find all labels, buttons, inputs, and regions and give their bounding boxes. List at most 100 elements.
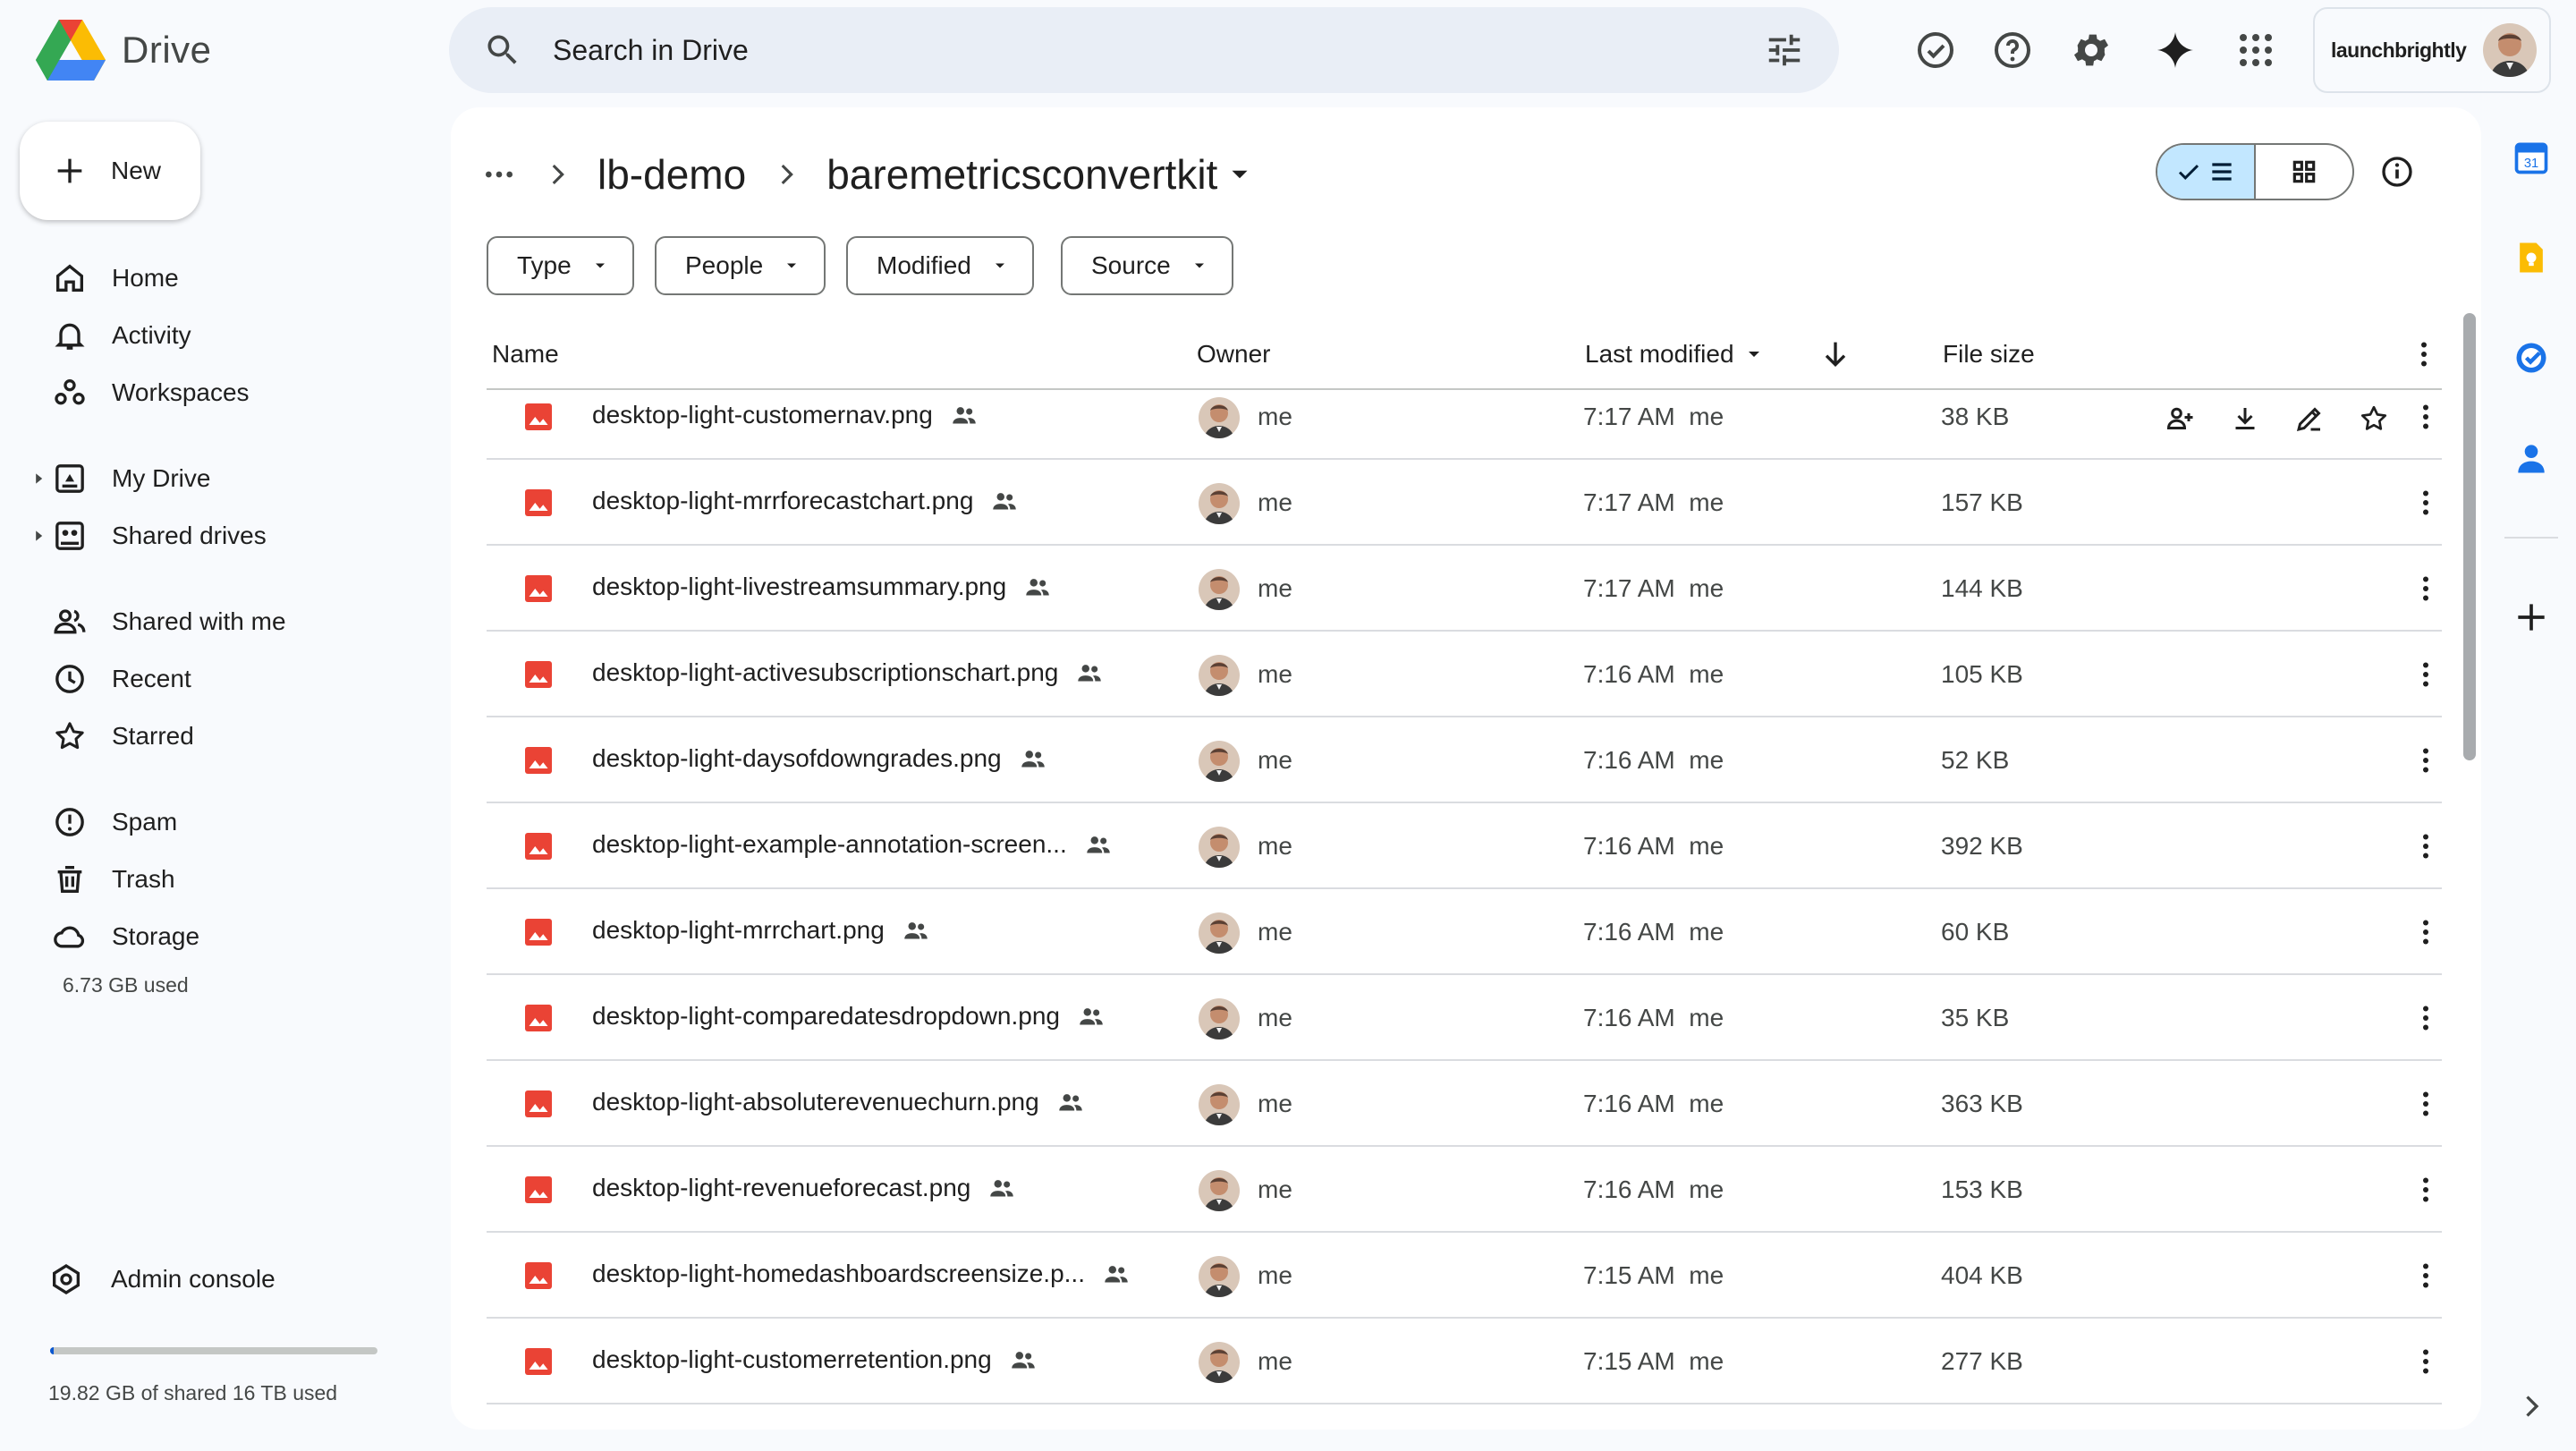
cloud-icon [54,926,85,948]
column-owner-header[interactable]: Owner [1197,340,1270,369]
keep-icon[interactable] [2512,238,2551,277]
last-modified: 7:17 AM me [1583,574,1724,602]
file-name[interactable]: desktop-light-homedashboardscreensize.p.… [592,1260,1085,1288]
file-name[interactable]: desktop-light-comparedatesdropdown.png [592,1002,1060,1031]
table-row[interactable]: desktop-light-revenueforecast.png me 7:16 … [487,1147,2442,1233]
spam-icon [55,808,84,836]
table-row[interactable]: desktop-light-daysofdowngrades.png me 7:16… [487,717,2442,803]
filter-type-chip[interactable]: Type [487,236,634,295]
info-icon[interactable] [2379,154,2415,190]
file-name[interactable]: desktop-light-activesubscriptionschart.p… [592,658,1058,687]
grid-view-button[interactable] [2256,145,2352,199]
search-options-icon[interactable] [1764,30,1805,71]
owner-avatar [1199,1170,1240,1211]
table-row[interactable]: desktop-light-example-annotation-screen.… [487,803,2442,889]
column-label: Owner [1197,340,1271,368]
table-row[interactable]: desktop-light-mrrforecastchart.png me 7:17… [487,460,2442,546]
more-vert-icon[interactable] [2410,916,2442,948]
account-switcher[interactable]: launchbrightly [2313,7,2551,93]
more-vert-icon[interactable] [2410,401,2442,433]
search-icon[interactable] [483,30,522,70]
settings-gear-icon[interactable] [2070,29,2113,72]
last-modified: 7:17 AM me [1583,488,1724,516]
more-vert-icon[interactable] [2410,1174,2442,1206]
column-label: File size [1943,340,2035,368]
column-last-modified-header[interactable]: Last modified [1585,340,1765,369]
search-bar[interactable]: Search in Drive [449,7,1839,93]
chip-label: Type [517,251,572,279]
file-name[interactable]: desktop-light-livestreamsummary.png [592,573,1006,601]
file-name[interactable]: desktop-light-revenueforecast.png [592,1174,970,1202]
table-row[interactable]: desktop-light-homedashboardscreensize.p.… [487,1233,2442,1319]
column-file-size-header[interactable]: File size [1943,340,2035,369]
scrollbar-thumb[interactable] [2463,313,2476,760]
expand-caret-icon[interactable] [32,530,45,542]
file-name[interactable]: desktop-light-example-annotation-screen.… [592,830,1067,859]
more-vert-icon[interactable] [2408,338,2440,370]
chevron-right-icon[interactable] [2515,1390,2547,1422]
sidebar-item-label: Workspaces [112,378,250,406]
drive-logo[interactable]: Drive [36,18,212,82]
contacts-icon[interactable] [2512,438,2551,478]
table-row[interactable]: desktop-light-comparedatesdropdown.png me… [487,975,2442,1061]
file-name[interactable]: desktop-light-daysofdowngrades.png [592,744,1002,773]
column-name-header[interactable]: Name [492,340,559,369]
table-row[interactable]: desktop-light-customernav.png me 7:17 AM m… [487,392,2442,460]
avatar[interactable] [2483,23,2537,77]
table-row[interactable]: desktop-light-activesubscriptionschart.p… [487,632,2442,717]
ready-for-offline-icon[interactable] [1914,29,1957,72]
new-button[interactable]: New [20,122,200,220]
file-name[interactable]: desktop-light-mrrforecastchart.png [592,487,973,515]
table-row[interactable]: desktop-light-customerretention.png me 7:1… [487,1319,2442,1404]
more-vert-icon[interactable] [2410,573,2442,605]
file-name[interactable]: desktop-light-mrrchart.png [592,916,885,945]
grid-view-icon [2292,160,2316,183]
last-modified: 7:17 AM me [1583,403,1724,430]
expand-caret-icon[interactable] [32,472,45,485]
file-name[interactable]: desktop-light-customerretention.png [592,1345,992,1374]
more-vert-icon[interactable] [2410,830,2442,862]
more-vert-icon[interactable] [2410,1260,2442,1292]
more-vert-icon[interactable] [2410,658,2442,691]
owner-avatar [1199,741,1240,782]
table-row[interactable]: desktop-light-absoluterevenuechurn.png me… [487,1061,2442,1147]
tasks-icon[interactable] [2512,338,2551,378]
filter-people-chip[interactable]: People [655,236,826,295]
list-view-button[interactable] [2157,145,2256,199]
table-row[interactable]: desktop-light-livestreamsummary.png me 7:1… [487,546,2442,632]
shared-people-icon [904,922,928,939]
filter-modified-chip[interactable]: Modified [846,236,1034,295]
last-modified: 7:15 AM me [1583,1347,1724,1375]
folder-menu-caret-icon[interactable] [1224,159,1255,190]
admin-console-label: Admin console [111,1265,275,1293]
file-name[interactable]: desktop-light-customernav.png [592,401,933,429]
last-modified: 7:16 AM me [1583,1175,1724,1203]
file-name[interactable]: desktop-light-absoluterevenuechurn.png [592,1088,1039,1116]
more-vert-icon[interactable] [2410,744,2442,776]
breadcrumb-parent[interactable]: lb-demo [597,150,746,199]
rename-pencil-icon[interactable] [2293,403,2326,435]
sort-menu-caret-icon[interactable] [1743,344,1765,365]
gemini-sparkle-icon[interactable] [2154,29,2197,72]
download-icon[interactable] [2229,403,2261,435]
add-addon-plus-icon[interactable] [2512,598,2551,637]
owner-name: me [1258,832,1292,860]
calendar-icon[interactable]: 31 [2512,138,2551,177]
star-icon[interactable] [2358,403,2390,435]
owner-name: me [1258,1175,1292,1203]
share-add-person-icon[interactable] [2165,403,2197,435]
breadcrumb-current[interactable]: baremetricsconvertkit [826,150,1217,199]
admin-console-link[interactable]: Admin console [48,1261,275,1297]
owner-name: me [1258,403,1292,430]
search-input[interactable]: Search in Drive [553,34,1764,67]
more-vert-icon[interactable] [2410,1088,2442,1120]
more-vert-icon[interactable] [2410,1345,2442,1378]
more-vert-icon[interactable] [2410,1002,2442,1034]
more-horiz-icon[interactable] [481,157,517,192]
apps-grid-icon[interactable] [2234,29,2277,72]
help-icon[interactable] [1991,29,2034,72]
more-vert-icon[interactable] [2410,487,2442,519]
table-row[interactable]: desktop-light-mrrchart.png me 7:16 AM me 60… [487,889,2442,975]
sort-direction-arrow-icon[interactable] [1818,336,1853,372]
filter-source-chip[interactable]: Source [1061,236,1233,295]
